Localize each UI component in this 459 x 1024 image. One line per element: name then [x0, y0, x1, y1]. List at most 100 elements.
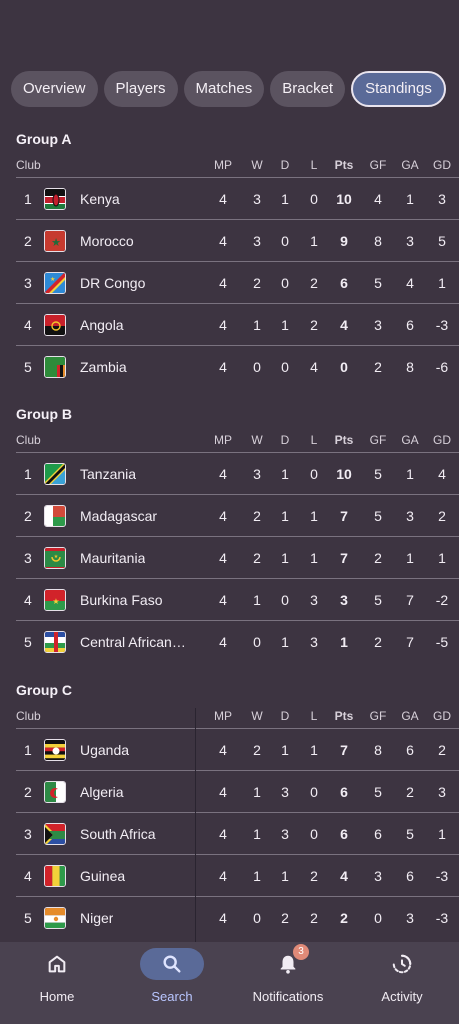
- stat-pts: 10: [336, 190, 352, 207]
- table-row[interactable]: 2 Algeria 4 1 3 0 6 5 2 3: [16, 770, 459, 812]
- stat-pts: 1: [340, 633, 348, 650]
- tab-standings[interactable]: Standings: [351, 71, 446, 107]
- table-row[interactable]: 3 South Africa 4 1 3 0 6 6 5 1: [16, 812, 459, 854]
- column-header-ga: GA: [401, 158, 419, 172]
- column-header-d: D: [280, 433, 290, 447]
- burkina-faso-flag-icon: ★: [44, 588, 66, 611]
- stat-d: 3: [281, 825, 289, 842]
- table-row[interactable]: 5 Zambia 4 0 0 4 0 2 8 -6: [16, 345, 459, 387]
- group-title: Group A: [16, 131, 72, 147]
- team-rank: 1: [24, 465, 32, 482]
- column-header-mp: MP: [214, 158, 232, 172]
- stat-d: 1: [281, 549, 289, 566]
- stat-gd: -3: [435, 316, 449, 333]
- stat-w: 1: [253, 783, 261, 800]
- stat-d: 1: [281, 190, 289, 207]
- stat-gf: 5: [374, 507, 382, 524]
- stat-l: 4: [310, 358, 318, 375]
- guinea-flag-icon: [44, 864, 66, 887]
- notification-badge: 3: [293, 944, 309, 960]
- stat-ga: 1: [406, 465, 414, 482]
- table-row[interactable]: 4 ★ Burkina Faso 4 1 0 3 3 5 7 -2: [16, 578, 459, 620]
- team-name: Niger: [80, 909, 114, 926]
- column-header-w: W: [251, 158, 263, 172]
- stat-d: 0: [281, 591, 289, 608]
- table-row[interactable]: 2 Madagascar 4 2 1 1 7 5 3 2: [16, 494, 459, 536]
- stat-pts: 4: [340, 867, 348, 884]
- table-row[interactable]: 3 ★ DR Congo 4 2 0 2 6 5 4 1: [16, 261, 459, 303]
- zambia-flag-icon: [44, 355, 66, 378]
- table-row[interactable]: 3 ★ Mauritania 4 2 1 1 7 2 1 1: [16, 536, 459, 578]
- nav-search[interactable]: Search: [122, 942, 222, 1024]
- stat-gf: 5: [374, 783, 382, 800]
- stat-pts: 10: [336, 465, 352, 482]
- stat-gd: 3: [438, 190, 446, 207]
- column-header-pts: Pts: [334, 158, 354, 172]
- stat-w: 3: [253, 465, 261, 482]
- stat-l: 1: [310, 507, 318, 524]
- stat-l: 2: [310, 909, 318, 926]
- nav-home[interactable]: Home: [7, 942, 107, 1024]
- team-rank: 4: [24, 591, 32, 608]
- column-header-mp: MP: [214, 433, 232, 447]
- stat-ga: 3: [406, 909, 414, 926]
- table-row[interactable]: 5 Niger 4 0 2 2 2 0 3 -3: [16, 896, 459, 938]
- stat-w: 1: [253, 591, 261, 608]
- standings-group: Group A Club MP W D L Pts GF GA GD 1 Kenya 4 3 1 0 10 4 1 3…: [0, 131, 459, 393]
- bottom-navigation: Home Search 3 Notifications Activity: [0, 942, 459, 1024]
- table-row[interactable]: 2 ★ Morocco 4 3 0 1 9 8 3 5: [16, 219, 459, 261]
- stat-w: 3: [253, 190, 261, 207]
- team-rank: 3: [24, 549, 32, 566]
- tab-players[interactable]: Players: [103, 71, 178, 107]
- stat-gd: 1: [438, 549, 446, 566]
- table-row[interactable]: 1 Uganda 4 2 1 1 7 8 6 2: [16, 728, 459, 770]
- stat-d: 1: [281, 867, 289, 884]
- stat-ga: 1: [406, 190, 414, 207]
- stat-ga: 6: [406, 316, 414, 333]
- stat-w: 0: [253, 909, 261, 926]
- team-name: Uganda: [80, 741, 130, 758]
- stat-pts: 6: [340, 783, 348, 800]
- team-name: Madagascar: [80, 507, 158, 524]
- stat-gd: -3: [435, 909, 449, 926]
- table-header: Club MP W D L Pts GF GA GD: [0, 430, 459, 450]
- stat-mp: 4: [219, 825, 227, 842]
- stat-mp: 4: [219, 316, 227, 333]
- table-row[interactable]: 1 Kenya 4 3 1 0 10 4 1 3: [16, 177, 459, 219]
- column-header-ga: GA: [401, 433, 419, 447]
- stat-l: 3: [310, 591, 318, 608]
- stat-d: 1: [281, 741, 289, 758]
- team-rank: 5: [24, 358, 32, 375]
- stat-ga: 4: [406, 274, 414, 291]
- column-header-gf: GF: [369, 709, 387, 723]
- tab-overview[interactable]: Overview: [11, 71, 98, 107]
- nav-notifications[interactable]: 3 Notifications: [238, 942, 338, 1024]
- table-row[interactable]: 5 Central African… 4 0 1 3 1 2 7 -5: [16, 620, 459, 662]
- tab-bracket[interactable]: Bracket: [270, 71, 346, 107]
- stat-gf: 8: [374, 232, 382, 249]
- stat-pts: 3: [340, 591, 348, 608]
- table-row[interactable]: 4 Guinea 4 1 1 2 4 3 6 -3: [16, 854, 459, 896]
- madagascar-flag-icon: [44, 504, 66, 527]
- stat-gf: 4: [374, 190, 382, 207]
- stat-w: 2: [253, 741, 261, 758]
- table-row[interactable]: 4 Angola 4 1 1 2 4 3 6 -3: [16, 303, 459, 345]
- standings-group: Group C Club MP W D L Pts GF GA GD 1 Uganda 4 2 1 1 7 8 6 2…: [0, 682, 459, 944]
- column-header-l: L: [310, 433, 318, 447]
- niger-flag-icon: [44, 906, 66, 929]
- table-row[interactable]: 1 Tanzania 4 3 1 0 10 5 1 4: [16, 452, 459, 494]
- nav-activity[interactable]: Activity: [352, 942, 452, 1024]
- stat-gf: 5: [374, 465, 382, 482]
- column-header-l: L: [310, 709, 318, 723]
- team-name: Morocco: [80, 232, 134, 249]
- stat-gd: 2: [438, 507, 446, 524]
- column-header-gd: GD: [433, 433, 451, 447]
- stat-ga: 3: [406, 232, 414, 249]
- tab-matches[interactable]: Matches: [183, 71, 265, 107]
- team-name: South Africa: [80, 825, 156, 842]
- stat-pts: 7: [340, 507, 348, 524]
- stat-gf: 2: [374, 633, 382, 650]
- column-header-gf: GF: [369, 433, 387, 447]
- nav-search-label: Search: [151, 989, 193, 1004]
- column-header-club: Club: [16, 433, 41, 447]
